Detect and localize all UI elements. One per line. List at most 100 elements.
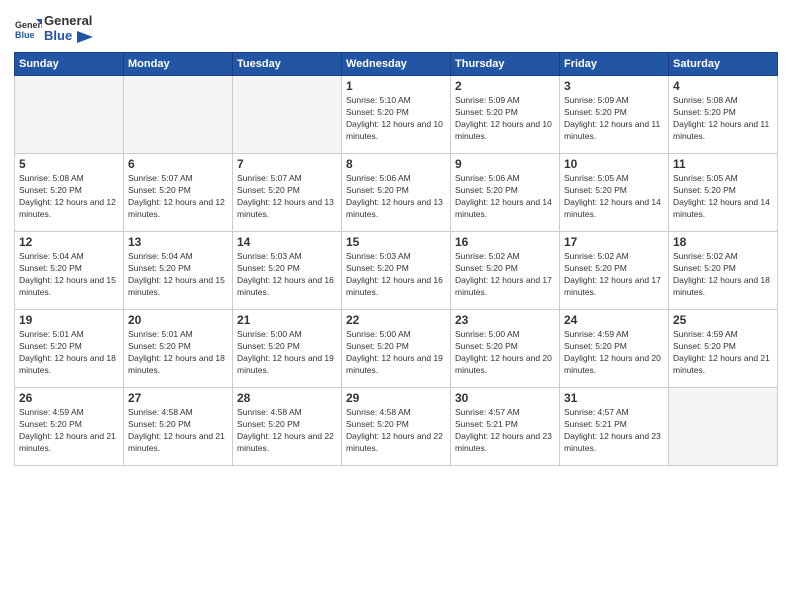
cell-info: Sunrise: 4:59 AM Sunset: 5:20 PM Dayligh… xyxy=(564,329,664,377)
cell-info: Sunrise: 5:06 AM Sunset: 5:20 PM Dayligh… xyxy=(455,173,555,221)
sunrise-label: Sunrise: xyxy=(673,173,707,183)
sunrise-time: 5:02 AM xyxy=(598,251,629,261)
calendar-cell: 31 Sunrise: 4:57 AM Sunset: 5:21 PM Dayl… xyxy=(560,387,669,465)
sunset-time: 5:20 PM xyxy=(704,263,736,273)
sunset-time: 5:20 PM xyxy=(704,185,736,195)
daylight-label: Daylight: 12 hours and 12 minutes. xyxy=(128,197,225,219)
sunset-label: Sunset: xyxy=(564,419,595,429)
sunset-label: Sunset: xyxy=(128,419,159,429)
calendar-cell: 19 Sunrise: 5:01 AM Sunset: 5:20 PM Dayl… xyxy=(15,309,124,387)
sunrise-time: 5:01 AM xyxy=(162,329,193,339)
calendar-cell: 11 Sunrise: 5:05 AM Sunset: 5:20 PM Dayl… xyxy=(669,153,778,231)
calendar-week-row: 26 Sunrise: 4:59 AM Sunset: 5:20 PM Dayl… xyxy=(15,387,778,465)
weekday-header: Thursday xyxy=(451,52,560,75)
cell-info: Sunrise: 5:09 AM Sunset: 5:20 PM Dayligh… xyxy=(564,95,664,143)
sunset-time: 5:20 PM xyxy=(159,341,191,351)
sunset-time: 5:20 PM xyxy=(50,263,82,273)
cell-day-number: 27 xyxy=(128,391,228,405)
cell-info: Sunrise: 5:01 AM Sunset: 5:20 PM Dayligh… xyxy=(128,329,228,377)
sunset-time: 5:20 PM xyxy=(268,185,300,195)
calendar-cell xyxy=(233,75,342,153)
calendar-cell: 17 Sunrise: 5:02 AM Sunset: 5:20 PM Dayl… xyxy=(560,231,669,309)
sunset-time: 5:20 PM xyxy=(377,185,409,195)
sunrise-time: 5:07 AM xyxy=(271,173,302,183)
sunset-time: 5:20 PM xyxy=(377,107,409,117)
sunrise-label: Sunrise: xyxy=(564,407,598,417)
page: General Blue General Blue xyxy=(0,0,792,612)
sunset-label: Sunset: xyxy=(564,185,595,195)
daylight-label: Daylight: 12 hours and 17 minutes. xyxy=(455,275,552,297)
sunset-time: 5:20 PM xyxy=(268,263,300,273)
calendar-cell: 7 Sunrise: 5:07 AM Sunset: 5:20 PM Dayli… xyxy=(233,153,342,231)
sunrise-label: Sunrise: xyxy=(128,251,162,261)
sunset-label: Sunset: xyxy=(673,185,704,195)
sunset-label: Sunset: xyxy=(19,419,50,429)
sunrise-label: Sunrise: xyxy=(673,329,707,339)
sunrise-label: Sunrise: xyxy=(346,407,380,417)
cell-day-number: 16 xyxy=(455,235,555,249)
calendar-cell: 16 Sunrise: 5:02 AM Sunset: 5:20 PM Dayl… xyxy=(451,231,560,309)
calendar-week-row: 5 Sunrise: 5:08 AM Sunset: 5:20 PM Dayli… xyxy=(15,153,778,231)
sunrise-time: 5:03 AM xyxy=(271,251,302,261)
calendar-cell: 8 Sunrise: 5:06 AM Sunset: 5:20 PM Dayli… xyxy=(342,153,451,231)
cell-day-number: 30 xyxy=(455,391,555,405)
weekday-header: Wednesday xyxy=(342,52,451,75)
calendar-cell: 1 Sunrise: 5:10 AM Sunset: 5:20 PM Dayli… xyxy=(342,75,451,153)
sunset-time: 5:20 PM xyxy=(377,263,409,273)
sunrise-time: 5:07 AM xyxy=(162,173,193,183)
sunset-time: 5:20 PM xyxy=(50,341,82,351)
sunrise-label: Sunrise: xyxy=(237,407,271,417)
sunset-label: Sunset: xyxy=(237,341,268,351)
cell-day-number: 20 xyxy=(128,313,228,327)
weekday-header: Monday xyxy=(124,52,233,75)
sunrise-time: 4:58 AM xyxy=(271,407,302,417)
sunset-time: 5:20 PM xyxy=(595,263,627,273)
daylight-label: Daylight: 12 hours and 22 minutes. xyxy=(237,431,334,453)
sunrise-time: 5:04 AM xyxy=(53,251,84,261)
sunrise-label: Sunrise: xyxy=(564,95,598,105)
sunset-label: Sunset: xyxy=(19,341,50,351)
daylight-label: Daylight: 12 hours and 13 minutes. xyxy=(237,197,334,219)
sunset-time: 5:20 PM xyxy=(50,419,82,429)
daylight-label: Daylight: 12 hours and 11 minutes. xyxy=(673,119,769,141)
cell-info: Sunrise: 4:59 AM Sunset: 5:20 PM Dayligh… xyxy=(673,329,773,377)
sunrise-label: Sunrise: xyxy=(237,329,271,339)
sunrise-time: 5:03 AM xyxy=(380,251,411,261)
cell-info: Sunrise: 5:01 AM Sunset: 5:20 PM Dayligh… xyxy=(19,329,119,377)
cell-day-number: 31 xyxy=(564,391,664,405)
sunset-time: 5:20 PM xyxy=(268,419,300,429)
sunset-label: Sunset: xyxy=(346,341,377,351)
daylight-label: Daylight: 12 hours and 11 minutes. xyxy=(564,119,660,141)
cell-info: Sunrise: 5:08 AM Sunset: 5:20 PM Dayligh… xyxy=(673,95,773,143)
cell-day-number: 1 xyxy=(346,79,446,93)
sunrise-label: Sunrise: xyxy=(346,251,380,261)
sunrise-label: Sunrise: xyxy=(128,173,162,183)
sunrise-time: 5:05 AM xyxy=(707,173,738,183)
sunrise-label: Sunrise: xyxy=(237,251,271,261)
calendar-cell: 13 Sunrise: 5:04 AM Sunset: 5:20 PM Dayl… xyxy=(124,231,233,309)
daylight-label: Daylight: 12 hours and 21 minutes. xyxy=(128,431,225,453)
sunset-label: Sunset: xyxy=(237,419,268,429)
cell-info: Sunrise: 5:03 AM Sunset: 5:20 PM Dayligh… xyxy=(237,251,337,299)
sunset-label: Sunset: xyxy=(455,341,486,351)
sunset-time: 5:20 PM xyxy=(486,107,518,117)
logo-arrow xyxy=(77,31,93,43)
calendar-cell: 24 Sunrise: 4:59 AM Sunset: 5:20 PM Dayl… xyxy=(560,309,669,387)
sunset-label: Sunset: xyxy=(19,263,50,273)
cell-info: Sunrise: 5:03 AM Sunset: 5:20 PM Dayligh… xyxy=(346,251,446,299)
sunrise-time: 5:06 AM xyxy=(489,173,520,183)
sunset-time: 5:20 PM xyxy=(486,341,518,351)
sunset-time: 5:21 PM xyxy=(595,419,627,429)
sunset-label: Sunset: xyxy=(19,185,50,195)
daylight-label: Daylight: 12 hours and 20 minutes. xyxy=(455,353,552,375)
daylight-label: Daylight: 12 hours and 14 minutes. xyxy=(455,197,552,219)
sunset-label: Sunset: xyxy=(346,263,377,273)
sunset-label: Sunset: xyxy=(455,185,486,195)
cell-info: Sunrise: 4:58 AM Sunset: 5:20 PM Dayligh… xyxy=(237,407,337,455)
calendar-cell: 21 Sunrise: 5:00 AM Sunset: 5:20 PM Dayl… xyxy=(233,309,342,387)
cell-day-number: 21 xyxy=(237,313,337,327)
sunrise-label: Sunrise: xyxy=(346,173,380,183)
sunrise-time: 5:01 AM xyxy=(53,329,84,339)
sunrise-time: 5:04 AM xyxy=(162,251,193,261)
sunset-label: Sunset: xyxy=(673,341,704,351)
